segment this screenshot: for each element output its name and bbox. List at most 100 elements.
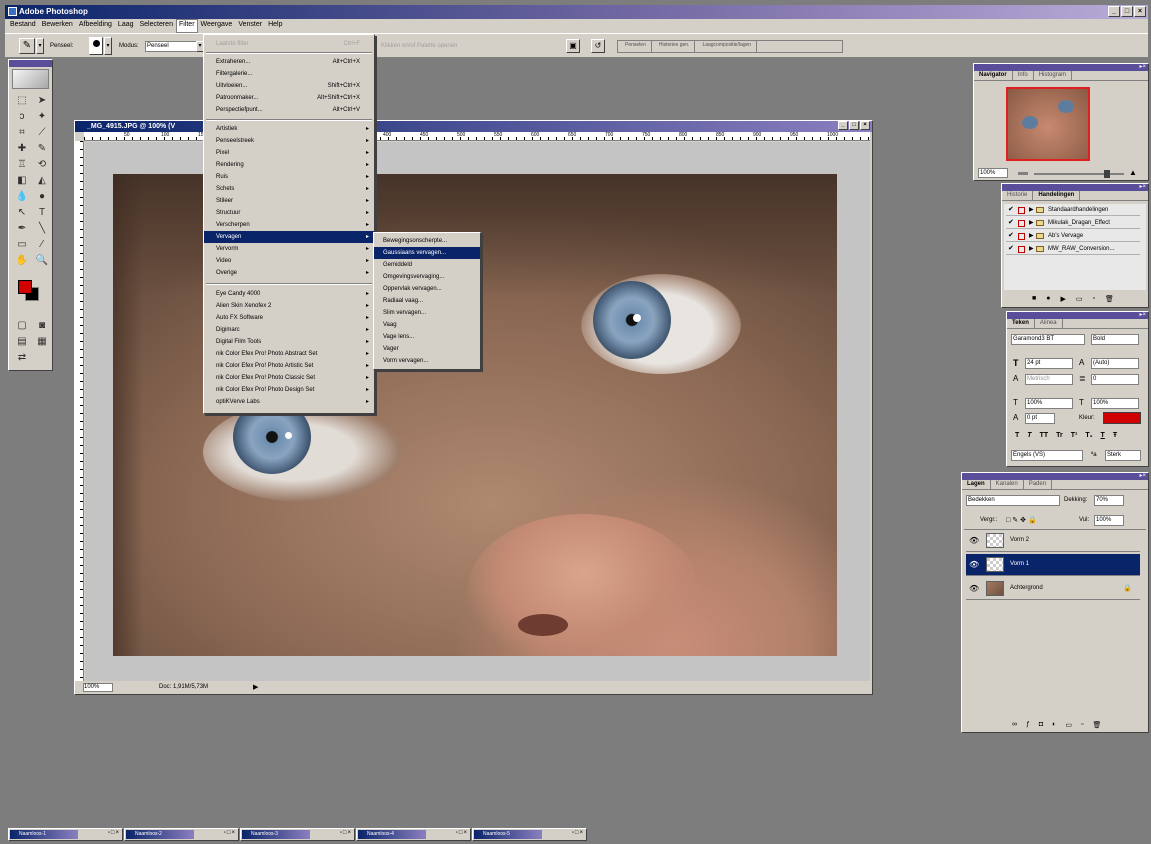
toolbox-header[interactable] bbox=[9, 60, 52, 67]
baseline-shift-field[interactable]: 0 pt bbox=[1025, 413, 1055, 424]
all-caps-button[interactable]: TT bbox=[1040, 432, 1049, 439]
mode-select[interactable]: Penseel bbox=[145, 41, 197, 52]
lock-options-icon[interactable]: □✎✥🔒 bbox=[1006, 516, 1039, 524]
notes-tool-icon[interactable]: ▭ bbox=[14, 239, 30, 252]
filter-optikverve[interactable]: optiKVerve Labs ▸ bbox=[204, 396, 374, 408]
eye-icon[interactable]: 👁 bbox=[969, 536, 979, 545]
play-action-icon[interactable]: ▶ bbox=[1060, 295, 1065, 303]
subscript-button[interactable]: T₁ bbox=[1085, 432, 1092, 439]
menu-venster[interactable]: Venster bbox=[235, 19, 265, 33]
filter-rendering[interactable]: Rendering ▸ bbox=[204, 159, 374, 171]
filter-verscherpen[interactable]: Verscherpen ▸ bbox=[204, 219, 374, 231]
menu-bestand[interactable]: Bestand bbox=[7, 19, 39, 33]
vertical-ruler[interactable] bbox=[75, 141, 84, 681]
minimize-button[interactable]: _ bbox=[1108, 6, 1120, 17]
eyedropper-tool-icon[interactable]: ⁄ bbox=[34, 239, 50, 252]
hand-tool-icon[interactable]: ✋ bbox=[14, 255, 30, 268]
horizontal-ruler[interactable]: 5010015020025030035040045050055060065070… bbox=[84, 132, 870, 141]
crop-tool-icon[interactable]: ⌗ bbox=[14, 127, 30, 140]
minimized-window[interactable]: Naamloos-5 ▫□× bbox=[472, 828, 587, 841]
shape-tool-icon[interactable]: ╲ bbox=[34, 223, 50, 236]
kerning-field[interactable]: Metrisch bbox=[1025, 374, 1073, 385]
zoom-tool-icon[interactable]: 🔍 bbox=[34, 255, 50, 268]
antialias-select[interactable]: Sterk bbox=[1105, 450, 1141, 461]
menu-selecteren[interactable]: Selecteren bbox=[137, 19, 176, 33]
navigator-zoom-out-icon[interactable] bbox=[1018, 172, 1028, 175]
blur-vaag[interactable]: Vaag bbox=[374, 319, 480, 331]
menu-help[interactable]: Help bbox=[265, 19, 285, 33]
vertical-scale-field[interactable]: 100% bbox=[1025, 398, 1073, 409]
tab-alinea[interactable]: Alinea bbox=[1035, 319, 1063, 328]
filter-structuur[interactable]: Structuur ▸ bbox=[204, 207, 374, 219]
blur-slim-vervagen[interactable]: Slim vervagen... bbox=[374, 307, 480, 319]
file-browser-icon[interactable]: ▣ bbox=[566, 39, 580, 53]
layer-style-icon[interactable]: ƒ bbox=[1026, 721, 1030, 729]
tab-historie[interactable]: Historie bbox=[1002, 191, 1034, 200]
filter-ruis[interactable]: Ruis ▸ bbox=[204, 171, 374, 183]
pen-tool-icon[interactable]: ✒ bbox=[14, 223, 30, 236]
action-set-row[interactable]: ✔ ▶ Mikulak_Dragan_Effect bbox=[1006, 217, 1140, 229]
tab-paden[interactable]: Paden bbox=[1024, 480, 1053, 489]
layer-row-vorm-2[interactable]: 👁 Vorm 2 bbox=[966, 530, 1140, 552]
palette-well-tab-brushes[interactable]: Penselen bbox=[620, 41, 652, 52]
type-tool-icon[interactable]: T bbox=[34, 207, 50, 220]
minimized-window[interactable]: Naamloos-3 ▫□× bbox=[240, 828, 355, 841]
filter-nik-artistic[interactable]: nik Color Efex Pro! Photo Artistic Set ▸ bbox=[204, 360, 374, 372]
doc-close-button[interactable]: × bbox=[860, 121, 870, 130]
tab-info[interactable]: Info bbox=[1013, 71, 1034, 80]
font-family-select[interactable]: Garamond3 BT bbox=[1011, 334, 1085, 345]
palette-well-tab-layercomps[interactable]: Laagcompositie/lagen bbox=[697, 41, 758, 52]
navigator-panel-menu-icon[interactable]: ▸× bbox=[1139, 64, 1146, 71]
filter-eye-candy[interactable]: Eye Candy 4000 ▸ bbox=[204, 288, 374, 300]
faux-bold-button[interactable]: T bbox=[1015, 432, 1019, 439]
faux-italic-button[interactable]: T bbox=[1027, 432, 1031, 439]
navigator-zoom-slider[interactable] bbox=[1034, 173, 1124, 175]
doc-info-menu-icon[interactable]: ▶ bbox=[253, 682, 258, 693]
eye-icon[interactable]: 👁 bbox=[969, 584, 979, 593]
layers-panel-menu-icon[interactable]: ▸× bbox=[1139, 473, 1146, 480]
filter-nik-design[interactable]: nik Color Efex Pro! Photo Design Set ▸ bbox=[204, 384, 374, 396]
screen-mode-icon[interactable]: ▤ bbox=[14, 336, 30, 349]
filter-stileer[interactable]: Stileer ▸ bbox=[204, 195, 374, 207]
menu-laag[interactable]: Laag bbox=[115, 19, 137, 33]
blur-vorm-vervagen[interactable]: Vorm vervagen... bbox=[374, 355, 480, 367]
menu-filter[interactable]: Filter bbox=[175, 19, 198, 33]
tab-navigator[interactable]: Navigator bbox=[974, 71, 1013, 80]
new-set-icon[interactable]: ▭ bbox=[1076, 295, 1083, 303]
font-size-field[interactable]: 24 pt bbox=[1025, 358, 1073, 369]
blur-gemiddeld[interactable]: Gemiddeld bbox=[374, 259, 480, 271]
navigator-zoom-field[interactable]: 100% bbox=[978, 168, 1008, 178]
menu-afbeelding[interactable]: Afbeelding bbox=[76, 19, 115, 33]
filter-digimarc[interactable]: Digimarc ▸ bbox=[204, 324, 374, 336]
slice-tool-icon[interactable]: ⟋ bbox=[34, 127, 50, 140]
filter-vervagen[interactable]: Vervagen ▸ bbox=[204, 231, 374, 243]
filter-filtergalerie[interactable]: Filtergalerie... bbox=[204, 68, 374, 80]
brush-dropdown-icon[interactable]: ▾ bbox=[104, 37, 112, 55]
underline-button[interactable]: T bbox=[1101, 432, 1105, 439]
filter-artistiek[interactable]: Artistiek ▸ bbox=[204, 123, 374, 135]
small-caps-button[interactable]: Tr bbox=[1056, 432, 1063, 439]
doc-maximize-button[interactable]: □ bbox=[849, 121, 859, 130]
restore-buttons[interactable]: ▫□× bbox=[340, 830, 352, 836]
blur-tool-icon[interactable]: 💧 bbox=[14, 191, 30, 204]
photoshop-logo-icon[interactable] bbox=[12, 69, 49, 89]
layer-row-achtergrond[interactable]: 👁 Achtergrond 🔒 bbox=[966, 578, 1140, 600]
text-color-swatch[interactable] bbox=[1103, 412, 1141, 424]
brush-preview-button[interactable] bbox=[89, 37, 103, 55]
filter-overige[interactable]: Overige ▸ bbox=[204, 267, 374, 279]
menu-weergave[interactable]: Weergave bbox=[198, 19, 236, 33]
filter-video[interactable]: Video ▸ bbox=[204, 255, 374, 267]
navigator-thumbnail[interactable] bbox=[1006, 87, 1090, 161]
filter-penseelstreek[interactable]: Penseelstreek ▸ bbox=[204, 135, 374, 147]
restore-buttons[interactable]: ▫□× bbox=[456, 830, 468, 836]
layer-row-vorm-1[interactable]: 👁 Vorm 1 bbox=[966, 554, 1140, 576]
quick-mask-mode-icon[interactable]: ◙ bbox=[34, 320, 50, 333]
blur-oppervlak-vervagen[interactable]: Oppervlak vervagen... bbox=[374, 283, 480, 295]
filter-pixel[interactable]: Pixel ▸ bbox=[204, 147, 374, 159]
strikethrough-button[interactable]: Ŧ bbox=[1113, 432, 1117, 439]
stop-action-icon[interactable]: ■ bbox=[1032, 295, 1036, 303]
filter-nik-abstract[interactable]: nik Color Efex Pro! Photo Abstract Set ▸ bbox=[204, 348, 374, 360]
superscript-button[interactable]: T¹ bbox=[1071, 432, 1078, 439]
leading-field[interactable]: (Auto) bbox=[1091, 358, 1139, 369]
adjustment-layer-icon[interactable]: ◐ bbox=[1052, 721, 1056, 729]
